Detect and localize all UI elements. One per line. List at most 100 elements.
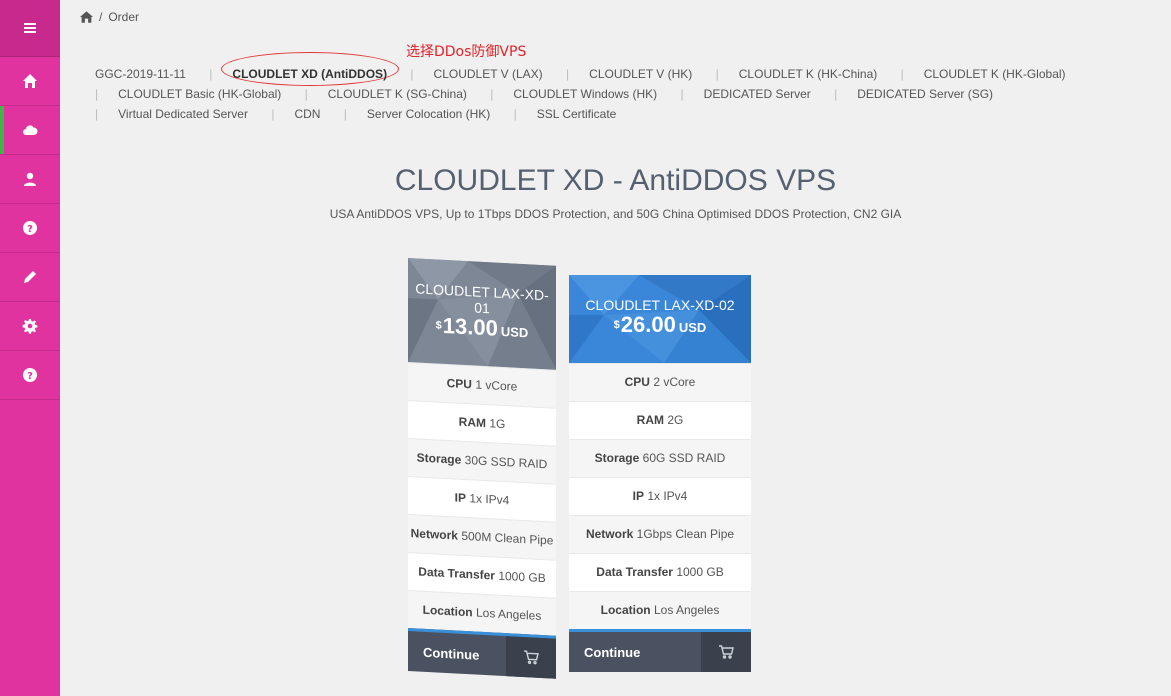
- product-header: CLOUDLET LAX-XD-02 $26.00 USD: [569, 275, 751, 363]
- feature-row: Network 1Gbps Clean Pipe: [569, 515, 751, 553]
- cloud-icon: [23, 125, 38, 135]
- feature-list: CPU 1 vCore RAM 1G Storage 30G SSD RAID IP …: [408, 362, 556, 636]
- category-nav: GGC-2019-11-11 | CLOUDLET XD (AntiDDOS) |…: [85, 64, 1155, 124]
- sidebar-item-support[interactable]: ?: [0, 204, 60, 253]
- feature-value: 1x IPv4: [647, 489, 688, 503]
- feature-label: Data Transfer: [418, 564, 495, 583]
- sidebar-menu-toggle[interactable]: [0, 0, 60, 57]
- continue-button[interactable]: Continue: [569, 629, 751, 672]
- feature-row: Storage 60G SSD RAID: [569, 439, 751, 477]
- continue-label: Continue: [423, 644, 480, 663]
- product-name: CLOUDLET LAX-XD-02: [585, 297, 735, 313]
- feature-value: 2G: [667, 413, 684, 427]
- category-link[interactable]: Virtual Dedicated Server: [108, 107, 258, 121]
- category-link[interactable]: DEDICATED Server (SG): [847, 87, 1003, 101]
- pencil-icon: [24, 271, 36, 283]
- category-separator: |: [715, 67, 719, 81]
- category-separator: |: [304, 87, 308, 101]
- category-separator: |: [410, 67, 414, 81]
- feature-label: IP: [454, 490, 466, 506]
- help-icon: ?: [23, 221, 37, 235]
- feature-value: 1 vCore: [475, 377, 518, 394]
- feature-value: 1000 GB: [676, 565, 724, 579]
- home-icon[interactable]: [80, 11, 93, 23]
- feature-row: Network 500M Clean Pipe: [408, 514, 556, 560]
- category-separator: |: [490, 87, 494, 101]
- feature-row: RAM 2G: [569, 401, 751, 439]
- feature-value: 1000 GB: [498, 568, 546, 586]
- category-link[interactable]: CLOUDLET Windows (HK): [503, 87, 667, 101]
- feature-row: Location Los Angeles: [408, 590, 556, 636]
- feature-list: CPU 2 vCore RAM 2G Storage 60G SSD RAID IP …: [569, 363, 751, 629]
- category-link[interactable]: CLOUDLET K (HK-China): [729, 67, 887, 81]
- feature-label: RAM: [636, 413, 664, 427]
- page-subtitle: USA AntiDDOS VPS, Up to 1Tbps DDOS Prote…: [329, 207, 902, 221]
- feature-label: Network: [410, 526, 458, 543]
- product-price: $26.00 USD: [613, 312, 707, 337]
- cart-button[interactable]: [506, 636, 556, 679]
- category-separator: |: [680, 87, 684, 101]
- product-header: CLOUDLET LAX-XD-01 $13.00 USD: [408, 258, 556, 370]
- feature-label: Data Transfer: [596, 565, 673, 579]
- feature-value: 1G: [489, 416, 506, 432]
- category-separator: |: [343, 107, 347, 121]
- sidebar: ? ?: [0, 0, 60, 696]
- category-link[interactable]: CLOUDLET V (HK): [579, 67, 702, 81]
- feature-row: Storage 30G SSD RAID: [408, 438, 556, 484]
- cart-button[interactable]: [701, 632, 751, 672]
- feature-value: Los Angeles: [475, 605, 542, 623]
- category-separator: |: [209, 67, 213, 81]
- sidebar-item-services[interactable]: [0, 106, 60, 155]
- category-link[interactable]: SSL Certificate: [527, 107, 627, 121]
- feature-row: Data Transfer 1000 GB: [569, 553, 751, 591]
- feature-value: Los Angeles: [653, 603, 720, 617]
- feature-label: Location: [422, 602, 473, 620]
- feature-value: 2 vCore: [653, 375, 696, 389]
- help-icon: ?: [23, 368, 37, 382]
- sidebar-item-settings[interactable]: [0, 302, 60, 351]
- continue-button[interactable]: Continue: [408, 628, 556, 679]
- feature-row: Data Transfer 1000 GB: [408, 552, 556, 598]
- category-separator: |: [566, 67, 570, 81]
- feature-label: Network: [585, 527, 634, 541]
- category-link[interactable]: CLOUDLET K (SG-China): [318, 87, 477, 101]
- category-link[interactable]: CDN: [284, 107, 330, 121]
- category-link[interactable]: CLOUDLET XD (AntiDDOS): [222, 67, 397, 81]
- home-icon: [23, 74, 37, 88]
- category-separator: |: [900, 67, 904, 81]
- breadcrumb-current: Order: [108, 10, 140, 24]
- category-link[interactable]: CLOUDLET V (LAX): [424, 67, 553, 81]
- feature-value: 60G SSD RAID: [642, 451, 726, 465]
- category-link[interactable]: CLOUDLET K (HK-Global): [914, 67, 1076, 81]
- svg-text:?: ?: [27, 224, 33, 235]
- breadcrumb-separator: /: [99, 10, 103, 24]
- category-link[interactable]: CLOUDLET Basic (HK-Global): [108, 87, 291, 101]
- sidebar-item-help[interactable]: ?: [0, 351, 60, 400]
- svg-text:?: ?: [27, 371, 33, 382]
- sidebar-item-edit[interactable]: [0, 253, 60, 302]
- feature-label: CPU: [446, 376, 472, 392]
- feature-row: IP 1x IPv4: [569, 477, 751, 515]
- feature-value: 30G SSD RAID: [464, 452, 548, 472]
- category-link[interactable]: DEDICATED Server: [694, 87, 821, 101]
- product-card: CLOUDLET LAX-XD-02 $26.00 USD CPU 2 vCore…: [569, 275, 751, 672]
- category-link[interactable]: GGC-2019-11-11: [85, 67, 196, 81]
- feature-row: CPU 2 vCore: [569, 363, 751, 401]
- feature-label: CPU: [624, 375, 650, 389]
- category-separator: |: [95, 107, 99, 121]
- feature-label: Storage: [416, 450, 462, 467]
- continue-label: Continue: [584, 644, 641, 660]
- user-icon: [24, 172, 36, 186]
- product-card: CLOUDLET LAX-XD-01 $13.00 USD CPU 1 vCore…: [408, 258, 556, 679]
- feature-value: 1x IPv4: [469, 491, 510, 508]
- page-title: CLOUDLET XD - AntiDDOS VPS: [394, 164, 837, 197]
- product-name: CLOUDLET LAX-XD-01: [415, 280, 549, 317]
- category-link[interactable]: Server Colocation (HK): [357, 107, 500, 121]
- breadcrumb: / Order: [80, 10, 139, 24]
- feature-label: RAM: [458, 414, 486, 431]
- gear-icon: [22, 319, 38, 334]
- hamburger-menu-icon: [24, 23, 36, 33]
- sidebar-item-account[interactable]: [0, 155, 60, 204]
- sidebar-item-home[interactable]: [0, 57, 60, 106]
- feature-label: Storage: [594, 451, 640, 465]
